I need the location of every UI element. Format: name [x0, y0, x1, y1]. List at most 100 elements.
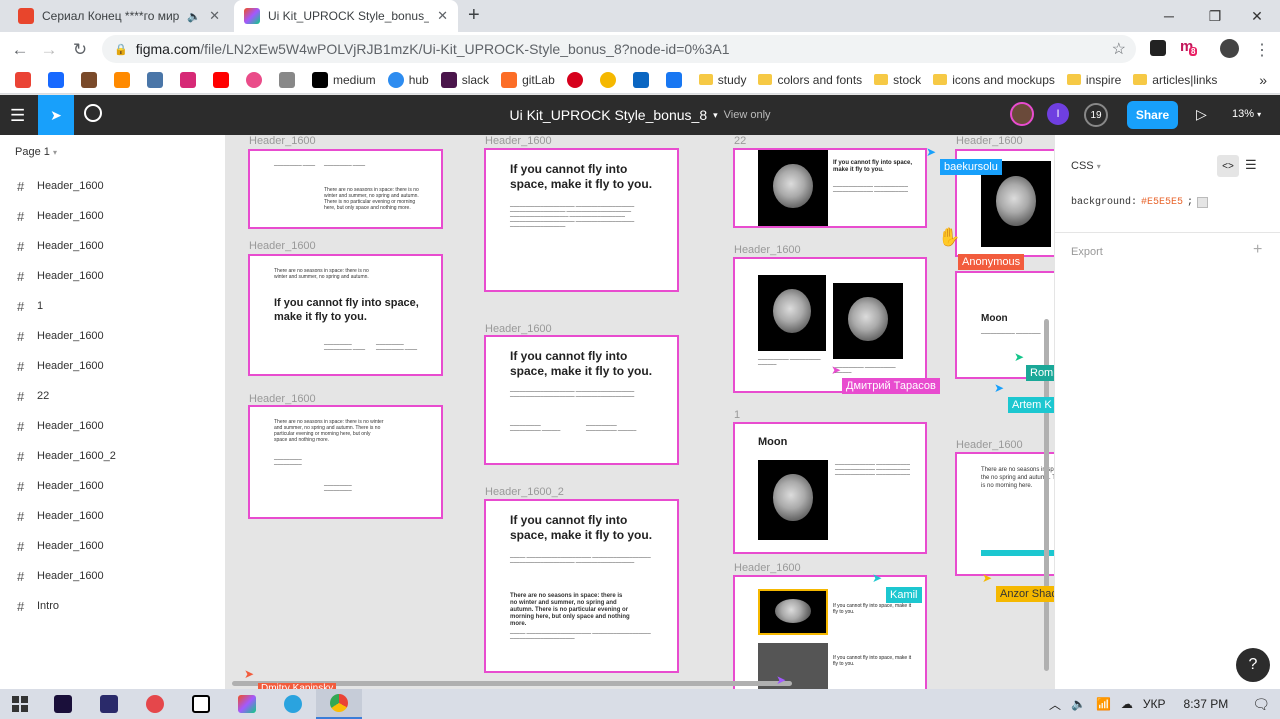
forward-arrow-icon[interactable]: →: [39, 40, 59, 60]
vivaldi-icon[interactable]: [132, 689, 178, 719]
app-icon[interactable]: [86, 689, 132, 719]
frame-header[interactable]: If you cannot fly into space, make it fl…: [484, 335, 679, 465]
frame-label[interactable]: Header_1600: [956, 135, 1023, 147]
frame-header[interactable]: ▁▁▁▁▁▁▁▁▁ ▁▁▁▁ ▁▁▁▁▁▁▁▁▁ ▁▁▁▁ There are …: [248, 149, 443, 229]
star-icon[interactable]: ☆: [1112, 39, 1126, 59]
frame-label[interactable]: Header_1600: [249, 135, 316, 147]
list-view-icon[interactable]: ☰: [1245, 157, 1257, 173]
layer-item[interactable]: # Header_1600: [0, 411, 226, 441]
more-bookmarks-icon[interactable]: »: [1254, 69, 1272, 91]
comment-icon[interactable]: [84, 104, 102, 122]
collaborator-avatar[interactable]: [1010, 102, 1034, 126]
after-effects-icon[interactable]: [40, 689, 86, 719]
chevron-up-icon[interactable]: ︿: [1049, 696, 1061, 713]
frame-label[interactable]: Header_1600: [956, 439, 1023, 451]
frame-label[interactable]: Header_1600: [485, 135, 552, 147]
frame-label[interactable]: Header_1600: [485, 323, 552, 335]
figma-icon[interactable]: [224, 689, 270, 719]
extension-icon[interactable]: [1150, 40, 1166, 56]
chrome-icon[interactable]: [316, 689, 362, 719]
frame-1[interactable]: Moon ▁▁▁▁▁▁▁▁▁▁▁▁▁ ▁▁▁▁▁▁▁▁▁▁▁ ▁▁▁▁▁▁▁▁▁…: [733, 422, 927, 554]
css-value[interactable]: #E5E5E5: [1141, 197, 1183, 208]
layer-item[interactable]: # Intro: [0, 591, 226, 621]
figma-canvas[interactable]: Header_1600 ▁▁▁▁▁▁▁▁▁ ▁▁▁▁ ▁▁▁▁▁▁▁▁▁ ▁▁▁…: [226, 135, 1054, 689]
file-title[interactable]: Ui Kit_UPROCK Style_bonus_8: [509, 107, 707, 123]
bookmark-folder-articles[interactable]: articles|links: [1128, 69, 1222, 91]
bookmark-linkedin[interactable]: [628, 69, 659, 91]
notion-icon[interactable]: [178, 689, 224, 719]
network-icon[interactable]: 📶: [1096, 697, 1111, 711]
frame-header[interactable]: There are no seasons in space: there is …: [248, 254, 443, 376]
bookmark-gitlab[interactable]: gitLab: [496, 69, 560, 91]
maximize-button[interactable]: ❐: [1192, 0, 1238, 32]
frame-label[interactable]: Header_1600: [734, 562, 801, 574]
frame-22[interactable]: If you cannot fly into space, make it fl…: [733, 148, 927, 228]
layer-item[interactable]: #22: [0, 381, 226, 411]
close-icon[interactable]: ✕: [209, 8, 220, 24]
notifications-icon[interactable]: 🗨: [1252, 696, 1270, 713]
layer-item[interactable]: # Header_1600: [0, 231, 226, 261]
profile-avatar[interactable]: [1220, 39, 1239, 58]
frame-header[interactable]: If you cannot fly into space, make it fl…: [484, 148, 679, 292]
bookmark-folder-colors[interactable]: colors and fonts: [753, 69, 867, 91]
chevron-down-icon[interactable]: ▾: [713, 110, 718, 121]
bookmark-slack[interactable]: slack: [436, 69, 494, 91]
onedrive-icon[interactable]: ☁: [1121, 697, 1133, 711]
back-arrow-icon[interactable]: ←: [10, 40, 30, 60]
bookmark-gmail[interactable]: [10, 69, 41, 91]
bookmark-instagram[interactable]: [175, 69, 206, 91]
frame-moon[interactable]: Moon ▁▁▁▁▁▁▁▁▁▁▁ ▁▁▁▁▁▁▁▁: [955, 271, 1054, 379]
frame-label[interactable]: Header_1600: [249, 240, 316, 252]
add-export-icon[interactable]: +: [1253, 241, 1262, 259]
layer-item[interactable]: # Header_1600: [0, 201, 226, 231]
frame-header-2[interactable]: If you cannot fly into space, make it fl…: [484, 499, 679, 673]
layer-item[interactable]: # Header_1600_2: [0, 441, 226, 471]
frame-header[interactable]: There are no seasons in space: there is …: [248, 405, 443, 519]
layer-item[interactable]: # Header_1600: [0, 471, 226, 501]
volume-icon[interactable]: 🔈: [1071, 697, 1086, 711]
windows-start-icon[interactable]: [0, 689, 40, 719]
audio-icon[interactable]: 🔈: [187, 10, 201, 23]
browser-tab-series[interactable]: Сериал Конец ****го мира 2 🔈 ✕: [8, 0, 230, 32]
bookmark-behance[interactable]: [43, 69, 74, 91]
viewer-count[interactable]: 19: [1084, 103, 1108, 127]
code-view-icon[interactable]: <>: [1217, 155, 1239, 177]
zoom-control[interactable]: 13% ▾: [1232, 108, 1261, 120]
browser-tab-figma[interactable]: Ui Kit_UPROCK Style_bonus_8 – F ✕: [234, 0, 458, 32]
layer-item[interactable]: #1: [0, 291, 226, 321]
bookmark-figma[interactable]: [274, 69, 305, 91]
layer-item[interactable]: # Header_1600: [0, 561, 226, 591]
frame-header[interactable]: ▁▁▁▁▁▁▁▁▁▁ ▁▁▁▁▁▁▁▁▁▁ ▁▁▁▁▁▁ ▁▁▁▁▁▁▁▁▁▁ …: [733, 257, 927, 393]
bookmark-olx[interactable]: [109, 69, 140, 91]
telegram-icon[interactable]: [270, 689, 316, 719]
bookmark-folder-study[interactable]: study: [694, 69, 752, 91]
bookmark-dribbble[interactable]: [241, 69, 272, 91]
bookmark-cat[interactable]: [76, 69, 107, 91]
page-selector[interactable]: Page 1 ▾: [15, 146, 57, 158]
bookmark-folder-stock[interactable]: stock: [869, 69, 926, 91]
frame-label[interactable]: Header_1600: [249, 393, 316, 405]
code-language-selector[interactable]: CSS ▾: [1071, 160, 1101, 172]
collaborator-avatar-letter[interactable]: I: [1047, 103, 1069, 125]
layer-item[interactable]: # Header_1600: [0, 501, 226, 531]
bookmark-hub[interactable]: hub: [383, 69, 434, 91]
bookmark-smile[interactable]: [595, 69, 626, 91]
m-extension-icon[interactable]: m8: [1180, 38, 1202, 58]
reload-icon[interactable]: ↻: [70, 40, 90, 60]
frame-header[interactable]: There are no seasons in space: the no sp…: [955, 452, 1054, 576]
minimize-button[interactable]: ─: [1146, 0, 1192, 32]
bookmark-youtube[interactable]: [208, 69, 239, 91]
frame-label[interactable]: 22: [734, 135, 746, 147]
bookmark-vk[interactable]: [142, 69, 173, 91]
bookmark-facebook[interactable]: [661, 69, 692, 91]
language-indicator[interactable]: УКР: [1143, 697, 1166, 711]
help-button[interactable]: ?: [1236, 648, 1270, 682]
layer-item[interactable]: # Header_1600: [0, 171, 226, 201]
layer-item[interactable]: # Header_1600: [0, 321, 226, 351]
layer-item[interactable]: # Header_1600: [0, 351, 226, 381]
bookmark-folder-inspire[interactable]: inspire: [1062, 69, 1126, 91]
frame-label[interactable]: Header_1600: [734, 244, 801, 256]
bookmark-medium[interactable]: medium: [307, 69, 381, 91]
close-icon[interactable]: ✕: [437, 8, 448, 24]
hamburger-menu-icon[interactable]: ☰: [10, 106, 25, 126]
